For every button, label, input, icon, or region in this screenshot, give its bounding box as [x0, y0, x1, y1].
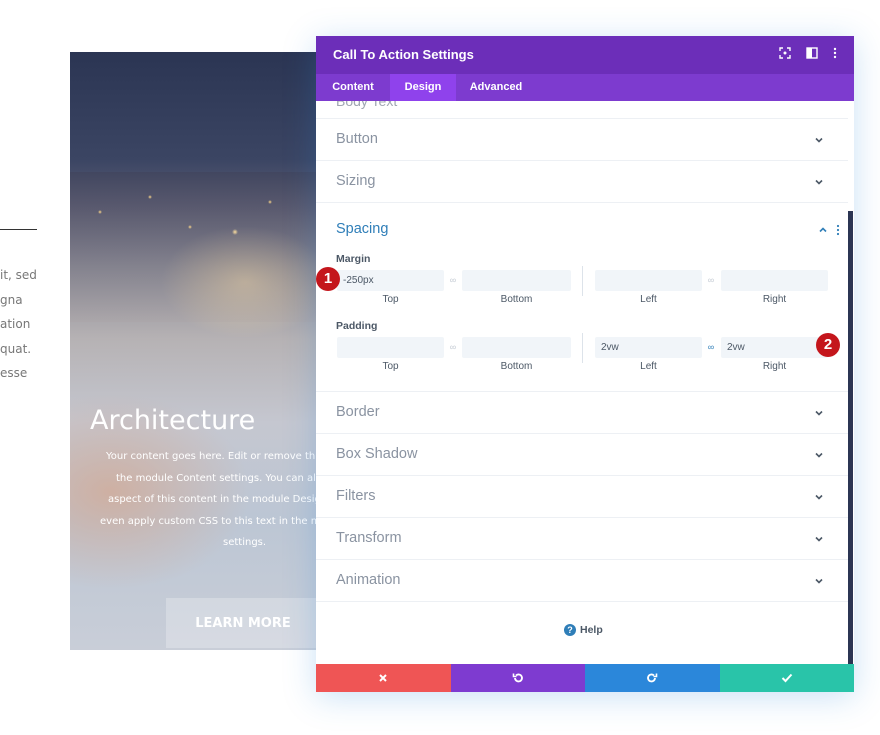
- field-caption: Right: [762, 294, 787, 305]
- chevron-down-icon: [815, 179, 823, 185]
- chevron-down-icon: [815, 578, 823, 584]
- link-icon[interactable]: ∞: [446, 275, 460, 285]
- field-caption: Left: [640, 361, 657, 372]
- toggle-label: Body Text: [336, 101, 398, 109]
- learn-more-button[interactable]: LEARN MORE: [166, 598, 316, 648]
- field-caption: Top: [382, 361, 399, 372]
- text-line: ation: [0, 317, 31, 331]
- toggle-box-shadow[interactable]: Box Shadow: [316, 434, 848, 476]
- toggle-label[interactable]: Spacing: [336, 221, 388, 237]
- modal-footer: [316, 664, 854, 692]
- toggle-label: Box Shadow: [336, 446, 418, 462]
- chevron-down-icon: [815, 452, 823, 458]
- tab-advanced[interactable]: Advanced: [456, 74, 536, 101]
- text-line: the module Content settings. You can als…: [116, 472, 328, 484]
- chevron-down-icon: [815, 494, 823, 500]
- divider: [0, 229, 37, 230]
- text-line: quat.: [0, 341, 32, 356]
- split-view-icon[interactable]: [804, 47, 820, 63]
- toggle-label: Button: [336, 131, 378, 147]
- text-line: gna: [0, 292, 23, 307]
- city-photo: [70, 172, 320, 322]
- toggle-label: Border: [336, 404, 380, 420]
- chevron-down-icon: [815, 536, 823, 542]
- toggle-filters[interactable]: Filters: [316, 476, 848, 518]
- text-line: esse: [0, 366, 28, 380]
- toggle-transform[interactable]: Transform: [316, 518, 848, 560]
- margin-top-input[interactable]: -250px: [337, 270, 444, 291]
- toggle-animation[interactable]: Animation: [316, 560, 848, 602]
- field-caption: Top: [382, 294, 399, 305]
- check-icon: [781, 673, 792, 683]
- margin-right-input[interactable]: [721, 270, 828, 291]
- field-caption: Bottom: [500, 294, 533, 305]
- page: it, sed gna ation quat. esse Architectur…: [0, 0, 880, 735]
- hero-body-text: Your content goes here. Edit or remove t…: [100, 446, 331, 554]
- modal-title: Call To Action Settings: [333, 47, 474, 62]
- tab-bar: Content Design Advanced: [316, 74, 854, 101]
- padding-top-input[interactable]: [337, 337, 444, 358]
- close-icon: [379, 674, 387, 682]
- text-line: even apply custom CSS to this text in th…: [100, 515, 327, 527]
- field-caption: Bottom: [500, 361, 533, 372]
- fullscreen-icon[interactable]: [777, 47, 793, 63]
- field-caption: Left: [640, 294, 657, 305]
- hero-title: Architecture: [90, 405, 256, 436]
- help-link[interactable]: ? Help: [564, 624, 603, 636]
- link-icon[interactable]: ∞: [704, 275, 718, 285]
- toggle-label: Animation: [336, 572, 401, 588]
- help-label: Help: [580, 624, 603, 636]
- divider: [582, 333, 583, 363]
- undo-icon: [512, 673, 523, 683]
- margin-bottom-input[interactable]: [462, 270, 571, 291]
- chevron-down-icon: [815, 410, 823, 416]
- save-button[interactable]: [719, 664, 854, 692]
- toggle-sizing[interactable]: Sizing: [316, 161, 848, 203]
- annotation-badge: 2: [816, 333, 840, 357]
- toggle-button[interactable]: Button: [316, 119, 848, 161]
- settings-modal: Call To Action Settings Content Design A…: [316, 36, 854, 692]
- chevron-up-icon[interactable]: [818, 225, 828, 235]
- tab-content[interactable]: Content: [316, 74, 390, 101]
- text-line: settings.: [223, 537, 267, 548]
- padding-right-input[interactable]: 2vw: [721, 337, 828, 358]
- undo-button[interactable]: [450, 664, 585, 692]
- discard-button[interactable]: [316, 664, 451, 692]
- redo-icon: [647, 673, 658, 683]
- more-options-icon[interactable]: [827, 47, 843, 63]
- margin-label: Margin: [336, 253, 371, 265]
- left-body-text: it, sed gna ation quat. esse: [0, 263, 40, 386]
- scrollbar[interactable]: [848, 211, 853, 664]
- more-options-icon[interactable]: [836, 224, 840, 236]
- margin-left-input[interactable]: [595, 270, 702, 291]
- annotation-badge: 1: [316, 267, 340, 291]
- text-line: it, sed: [0, 268, 37, 282]
- text-line: aspect of this content in the module Des…: [108, 494, 328, 505]
- toggle-label: Filters: [336, 488, 376, 504]
- modal-header: Call To Action Settings: [316, 36, 854, 74]
- toggle-label: Sizing: [336, 173, 376, 189]
- toggle-border[interactable]: Border: [316, 392, 848, 434]
- redo-button[interactable]: [585, 664, 720, 692]
- hero-card: [70, 52, 320, 650]
- link-active-icon[interactable]: ∞: [704, 342, 718, 352]
- toggle-body-text[interactable]: Body Text: [316, 101, 848, 119]
- field-caption: Right: [762, 361, 787, 372]
- settings-scroll-area[interactable]: Body Text Button Sizing Spacing Margin -…: [316, 101, 854, 664]
- toggle-label: Transform: [336, 530, 402, 546]
- divider: [582, 266, 583, 296]
- link-icon[interactable]: ∞: [446, 342, 460, 352]
- padding-left-input[interactable]: 2vw: [595, 337, 702, 358]
- button-label: LEARN MORE: [195, 615, 291, 631]
- text-line: Your content goes here. Edit or remove t…: [106, 451, 331, 462]
- tab-design[interactable]: Design: [390, 74, 456, 101]
- padding-label: Padding: [336, 320, 378, 332]
- chevron-down-icon: [815, 137, 823, 143]
- help-icon: ?: [564, 624, 576, 636]
- padding-bottom-input[interactable]: [462, 337, 571, 358]
